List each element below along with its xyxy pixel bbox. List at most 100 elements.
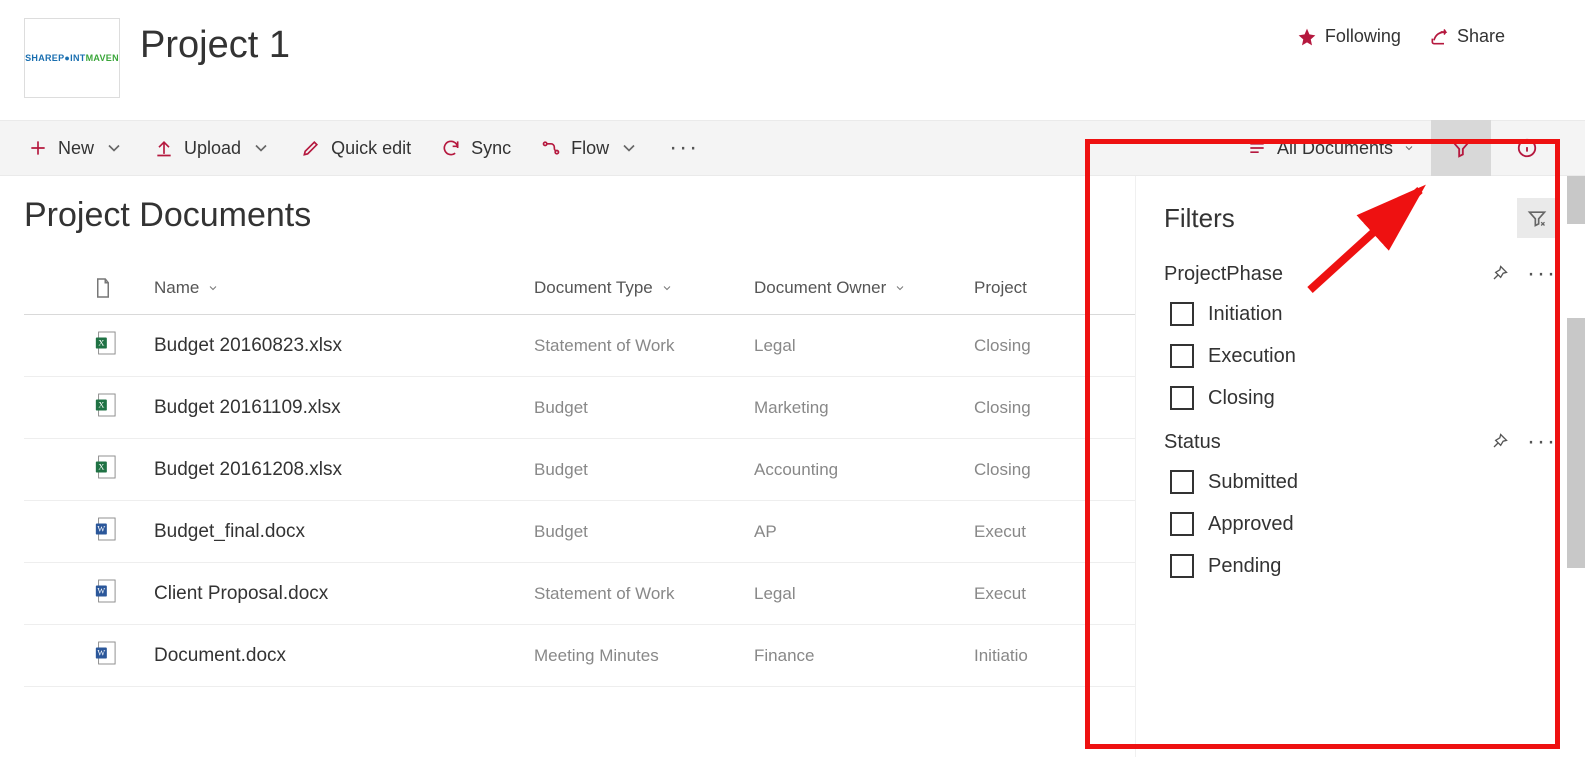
file-name[interactable]: Budget_final.docx bbox=[154, 521, 534, 543]
file-name[interactable]: Budget 20161208.xlsx bbox=[154, 459, 534, 481]
share-button[interactable]: Share bbox=[1429, 26, 1505, 47]
filter-section: ProjectPhase ··· Initiation Execution Closin… bbox=[1164, 260, 1557, 410]
quick-edit-button[interactable]: Quick edit bbox=[301, 138, 411, 159]
info-icon bbox=[1516, 137, 1538, 159]
filter-pane-toggle[interactable] bbox=[1431, 120, 1491, 176]
scrollbar[interactable] bbox=[1567, 318, 1585, 568]
flow-button[interactable]: Flow bbox=[541, 138, 639, 159]
following-label: Following bbox=[1325, 26, 1401, 47]
cell-phase: Closing bbox=[974, 460, 1134, 480]
filter-section-title: ProjectPhase bbox=[1164, 263, 1283, 286]
filter-option-label: Approved bbox=[1208, 513, 1294, 536]
sync-button[interactable]: Sync bbox=[441, 138, 511, 159]
funnel-icon bbox=[1450, 137, 1472, 159]
chevron-down-icon bbox=[619, 138, 639, 158]
flow-label: Flow bbox=[571, 138, 609, 159]
checkbox[interactable] bbox=[1170, 302, 1194, 326]
view-label: All Documents bbox=[1277, 138, 1393, 159]
file-type-icon: W bbox=[94, 516, 154, 547]
svg-text:X: X bbox=[98, 463, 104, 472]
command-bar: New Upload Quick edit Sync Flow ··· All … bbox=[0, 120, 1585, 176]
column-owner-label: Document Owner bbox=[754, 278, 886, 298]
funnel-clear-icon bbox=[1527, 208, 1547, 228]
cell-owner: Legal bbox=[754, 336, 974, 356]
cell-phase: Closing bbox=[974, 398, 1134, 418]
upload-label: Upload bbox=[184, 138, 241, 159]
table-row[interactable]: WBudget_final.docxBudgetAPExecut bbox=[24, 501, 1135, 563]
following-button[interactable]: Following bbox=[1297, 26, 1401, 47]
pin-icon[interactable] bbox=[1489, 432, 1509, 452]
column-doctype-label: Document Type bbox=[534, 278, 653, 298]
file-type-icon: W bbox=[94, 640, 154, 671]
svg-text:X: X bbox=[98, 401, 104, 410]
cell-doctype: Statement of Work bbox=[534, 584, 754, 604]
quick-edit-label: Quick edit bbox=[331, 138, 411, 159]
column-phase[interactable]: Project bbox=[974, 278, 1134, 298]
share-label: Share bbox=[1457, 26, 1505, 47]
column-name[interactable]: Name bbox=[154, 278, 534, 298]
table-row[interactable]: W Client Proposal.docxStatement of WorkLe… bbox=[24, 563, 1135, 625]
cell-doctype: Budget bbox=[534, 398, 754, 418]
document-library: Project Documents Name Document Type Doc… bbox=[0, 176, 1135, 757]
file-type-icon: X bbox=[94, 330, 154, 361]
file-name[interactable]: Budget 20160823.xlsx bbox=[154, 335, 534, 357]
filter-section: Status···SubmittedApprovedPending bbox=[1164, 428, 1557, 578]
column-doctype[interactable]: Document Type bbox=[534, 278, 754, 298]
pin-icon[interactable] bbox=[1489, 264, 1509, 284]
site-header: SHAREP●INTMAVEN Project 1 Following Shar… bbox=[0, 0, 1585, 120]
toolbar-right: All Documents bbox=[1237, 120, 1557, 176]
clear-filters-button[interactable] bbox=[1517, 198, 1557, 238]
document-table: Name Document Type Document Owner Projec… bbox=[24, 261, 1135, 687]
table-row[interactable]: XBudget 20161208.xlsxBudgetAccountingClo… bbox=[24, 439, 1135, 501]
details-pane-toggle[interactable] bbox=[1497, 120, 1557, 176]
filter-option[interactable]: Execution bbox=[1170, 344, 1557, 368]
filter-option[interactable]: Initiation bbox=[1170, 302, 1557, 326]
file-name[interactable]: Document.docx bbox=[154, 645, 534, 667]
site-title[interactable]: Project 1 bbox=[140, 24, 290, 67]
filter-option[interactable]: Pending bbox=[1170, 554, 1557, 578]
chevron-down-icon bbox=[1403, 142, 1415, 154]
chevron-down-icon bbox=[207, 282, 219, 294]
sync-label: Sync bbox=[471, 138, 511, 159]
checkbox[interactable] bbox=[1170, 386, 1194, 410]
column-owner[interactable]: Document Owner bbox=[754, 278, 974, 298]
chevron-down-icon bbox=[894, 282, 906, 294]
view-selector[interactable]: All Documents bbox=[1237, 138, 1425, 159]
site-logo[interactable]: SHAREP●INTMAVEN bbox=[24, 18, 120, 98]
filter-section-more[interactable]: ··· bbox=[1527, 260, 1557, 288]
cell-phase: Closing bbox=[974, 336, 1134, 356]
filter-option[interactable]: Closing bbox=[1170, 386, 1557, 410]
filter-option[interactable]: Submitted bbox=[1170, 470, 1557, 494]
file-name[interactable]: Budget 20161109.xlsx bbox=[154, 397, 534, 419]
filter-option-label: Submitted bbox=[1208, 471, 1298, 494]
star-icon bbox=[1297, 27, 1317, 47]
table-header: Name Document Type Document Owner Projec… bbox=[24, 261, 1135, 315]
cell-doctype: Budget bbox=[534, 522, 754, 542]
filter-option[interactable]: Approved bbox=[1170, 512, 1557, 536]
more-actions-button[interactable]: ··· bbox=[669, 134, 699, 162]
cell-owner: Marketing bbox=[754, 398, 974, 418]
cell-owner: Finance bbox=[754, 646, 974, 666]
file-name[interactable]: Client Proposal.docx bbox=[154, 583, 534, 605]
svg-text:X: X bbox=[98, 339, 104, 348]
list-icon bbox=[1247, 138, 1267, 158]
scrollbar[interactable] bbox=[1567, 176, 1585, 224]
checkbox[interactable] bbox=[1170, 554, 1194, 578]
table-row[interactable]: X Budget 20161109.xlsxBudgetMarketingClos… bbox=[24, 377, 1135, 439]
chevron-down-icon bbox=[251, 138, 271, 158]
filter-section-more[interactable]: ··· bbox=[1527, 428, 1557, 456]
column-file-type[interactable] bbox=[94, 277, 154, 299]
cell-doctype: Budget bbox=[534, 460, 754, 480]
svg-text:W: W bbox=[97, 587, 105, 596]
checkbox[interactable] bbox=[1170, 344, 1194, 368]
checkbox[interactable] bbox=[1170, 470, 1194, 494]
document-icon bbox=[94, 277, 112, 299]
new-button[interactable]: New bbox=[28, 138, 124, 159]
cell-doctype: Meeting Minutes bbox=[534, 646, 754, 666]
table-row[interactable]: WDocument.docxMeeting MinutesFinanceInit… bbox=[24, 625, 1135, 687]
flow-icon bbox=[541, 138, 561, 158]
table-row[interactable]: XBudget 20160823.xlsxStatement of WorkLe… bbox=[24, 315, 1135, 377]
upload-button[interactable]: Upload bbox=[154, 138, 271, 159]
checkbox[interactable] bbox=[1170, 512, 1194, 536]
cell-owner: Legal bbox=[754, 584, 974, 604]
